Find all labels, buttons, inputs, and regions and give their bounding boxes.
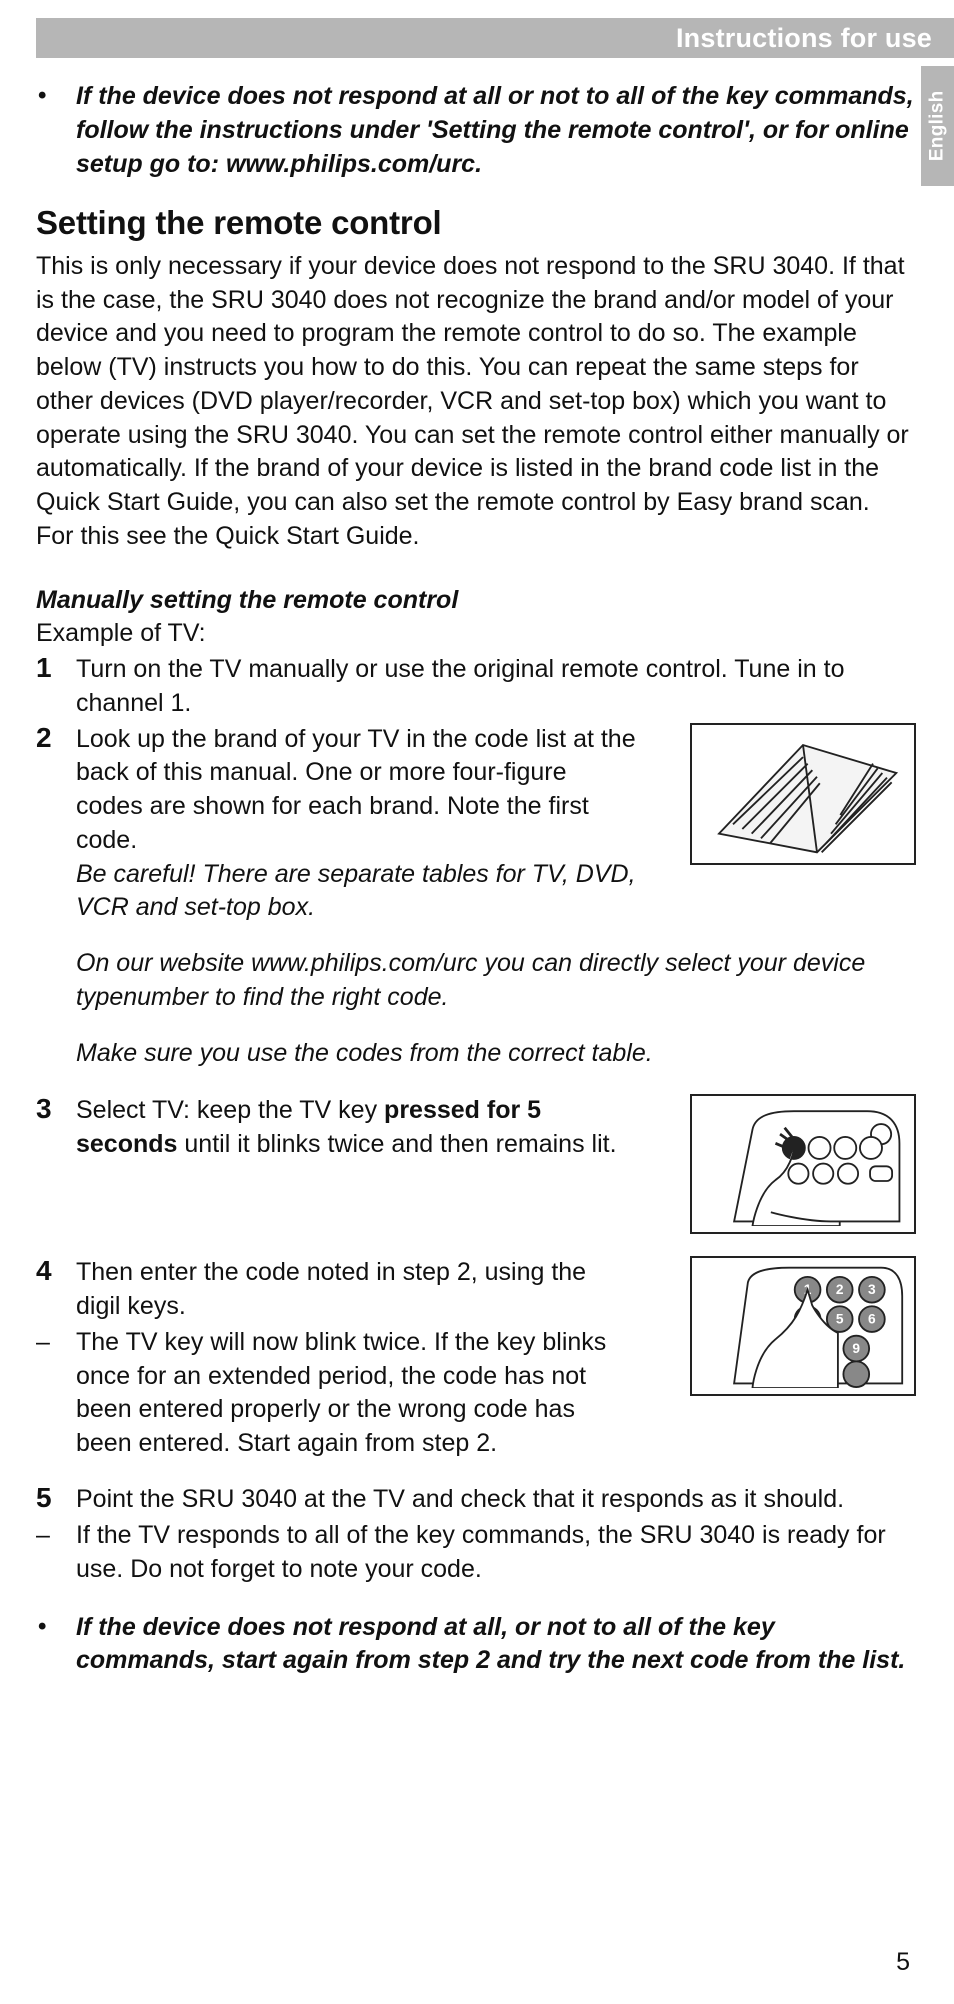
step-3-text: Select TV: keep the TV key pressed for 5… xyxy=(76,1094,636,1244)
step-5-dash-text: If the TV responds to all of the key com… xyxy=(76,1519,914,1587)
language-label: English xyxy=(925,91,951,162)
dash-marker: – xyxy=(36,1326,76,1461)
step-number: 3 xyxy=(36,1094,76,1244)
header-title: Instructions for use xyxy=(676,20,932,56)
page-number: 5 xyxy=(896,1946,910,1980)
svg-text:6: 6 xyxy=(868,1312,876,1327)
svg-text:9: 9 xyxy=(852,1341,860,1356)
step-number: 2 xyxy=(36,723,76,1071)
step-1: 1 Turn on the TV manually or use the ori… xyxy=(36,653,914,721)
step-5-text: Point the SRU 3040 at the TV and check t… xyxy=(76,1483,914,1517)
bottom-note-bullet: • If the device does not respond at all,… xyxy=(36,1611,914,1679)
step-4-group: 4 Then enter the code noted in step 2, u… xyxy=(36,1256,914,1461)
example-line: Example of TV: xyxy=(36,617,914,651)
step-5-dash: – If the TV responds to all of the key c… xyxy=(36,1519,914,1587)
step-1-text: Turn on the TV manually or use the origi… xyxy=(76,653,914,721)
page-content: • If the device does not respond at all … xyxy=(36,80,914,1678)
step-4-dash-text: The TV key will now blink twice. If the … xyxy=(76,1326,636,1461)
codebook-icon xyxy=(698,731,908,857)
section-intro: This is only necessary if your device do… xyxy=(36,250,914,554)
remote-press-icon xyxy=(698,1102,908,1226)
step-4-text: Then enter the code noted in step 2, usi… xyxy=(76,1256,636,1324)
step-2-text-b: Be careful! There are separate tables fo… xyxy=(76,858,636,926)
svg-text:5: 5 xyxy=(836,1312,844,1327)
section-title: Setting the remote control xyxy=(36,201,914,246)
step-number: 4 xyxy=(36,1256,76,1324)
svg-text:2: 2 xyxy=(836,1283,844,1298)
step-2-text-c: On our website www.philips.com/urc you c… xyxy=(76,947,914,1015)
language-tab: English xyxy=(921,66,954,186)
step-number: 5 xyxy=(36,1483,76,1517)
remote-tvkey-illustration xyxy=(690,1094,916,1234)
header-bar: Instructions for use xyxy=(36,18,954,58)
step-3-suffix: until it blinks twice and then remains l… xyxy=(177,1130,616,1158)
step-2-text-d: Make sure you use the codes from the cor… xyxy=(76,1037,914,1071)
bottom-note-text: If the device does not respond at all, o… xyxy=(76,1611,914,1679)
step-2-text-a: Look up the brand of your TV in the code… xyxy=(76,723,636,858)
remote-digits-icon: 123 456 89 0 xyxy=(698,1264,908,1388)
codebook-illustration xyxy=(690,723,916,865)
top-note-text: If the device does not respond at all or… xyxy=(76,80,914,181)
step-2: 2 Look up the brand of your TV in the co… xyxy=(36,723,914,1071)
bullet-dot-icon: • xyxy=(36,1611,76,1679)
svg-text:3: 3 xyxy=(868,1283,876,1298)
top-note-bullet: • If the device does not respond at all … xyxy=(36,80,914,181)
step-3-prefix: Select TV: keep the TV key xyxy=(76,1096,384,1124)
dash-marker: – xyxy=(36,1519,76,1587)
remote-digitkey-illustration: 123 456 89 0 xyxy=(690,1256,916,1396)
step-3: 3 Select TV: keep the TV key pressed for… xyxy=(36,1094,914,1244)
step-number: 1 xyxy=(36,653,76,721)
manual-subheading: Manually setting the remote control xyxy=(36,584,914,618)
step-5: 5 Point the SRU 3040 at the TV and check… xyxy=(36,1483,914,1517)
bullet-dot-icon: • xyxy=(36,80,76,181)
